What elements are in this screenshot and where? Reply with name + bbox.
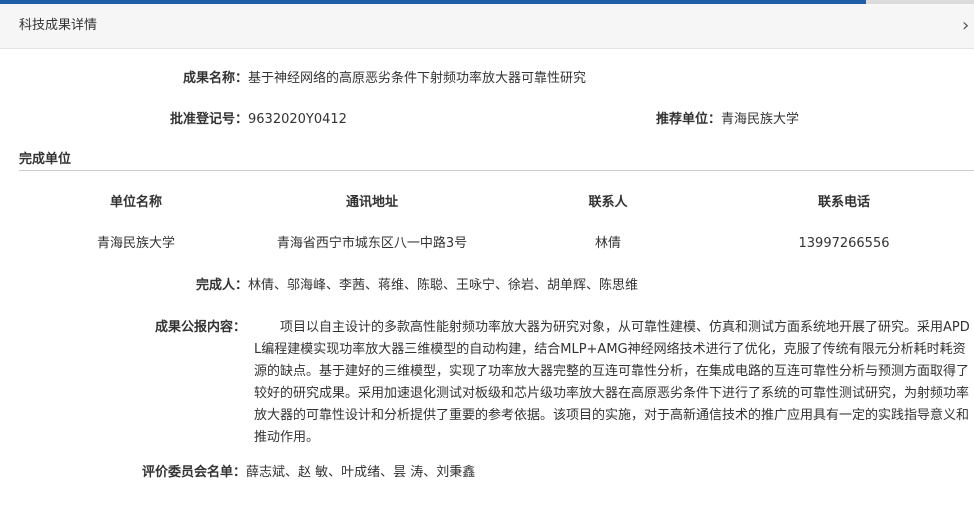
field-label: 批准登记号： <box>170 112 249 127</box>
detail-dialog: 科技成果详情 › 成果名称：基于神经网络的高原恶劣条件下射频功率放大器可靠性研究… <box>0 0 974 505</box>
table-cell-contact: 林倩 <box>594 236 621 251</box>
table-header-phone: 联系电话 <box>817 195 870 210</box>
close-icon[interactable]: › <box>962 15 974 37</box>
summary-text: 项目以自主设计的多款高性能射频功率放大器为研究对象，从可靠性建模、仿真和测试方面… <box>254 320 970 445</box>
field-value: 9632020Y0412 <box>248 112 347 127</box>
field-value: 林倩、邬海峰、李茜、蒋维、陈聪、王咏宁、徐岩、胡单辉、陈思维 <box>248 278 639 293</box>
field-committee: 评价委员会名单：薛志斌、赵 敏、叶成绪、昙 涛、刘秉鑫 <box>142 464 475 482</box>
field-label: 评价委员会名单： <box>142 465 247 480</box>
field-recommending-unit: 推荐单位：青海民族大学 <box>656 111 799 129</box>
field-label: 推荐单位： <box>656 112 722 127</box>
table-header-address: 通讯地址 <box>345 195 398 210</box>
field-label: 完成人： <box>196 278 249 293</box>
table-header-contact: 联系人 <box>588 195 628 210</box>
dialog-title: 科技成果详情 <box>19 18 98 33</box>
field-label: 成果公报内容： <box>155 320 247 335</box>
field-value: 薛志斌、赵 敏、叶成绪、昙 涛、刘秉鑫 <box>246 465 476 480</box>
field-value: 青海民族大学 <box>721 112 800 127</box>
dialog-header: 科技成果详情 › <box>0 4 974 49</box>
table-cell-unit-name: 青海民族大学 <box>96 236 175 251</box>
field-achievement-name: 成果名称：基于神经网络的高原恶劣条件下射频功率放大器可靠性研究 <box>183 70 586 88</box>
section-divider <box>19 170 974 171</box>
field-value: 基于神经网络的高原恶劣条件下射频功率放大器可靠性研究 <box>248 71 587 86</box>
field-registration-number: 批准登记号：9632020Y0412 <box>170 111 347 129</box>
table-header-unit-name: 单位名称 <box>109 195 162 210</box>
section-title-units: 完成单位 <box>19 152 72 167</box>
field-label: 成果名称： <box>183 71 249 86</box>
field-completers: 完成人：林倩、邬海峰、李茜、蒋维、陈聪、王咏宁、徐岩、胡单辉、陈思维 <box>196 277 638 295</box>
table-cell-phone: 13997266556 <box>798 236 890 251</box>
table-cell-address: 青海省西宁市城东区八一中路3号 <box>276 236 468 251</box>
